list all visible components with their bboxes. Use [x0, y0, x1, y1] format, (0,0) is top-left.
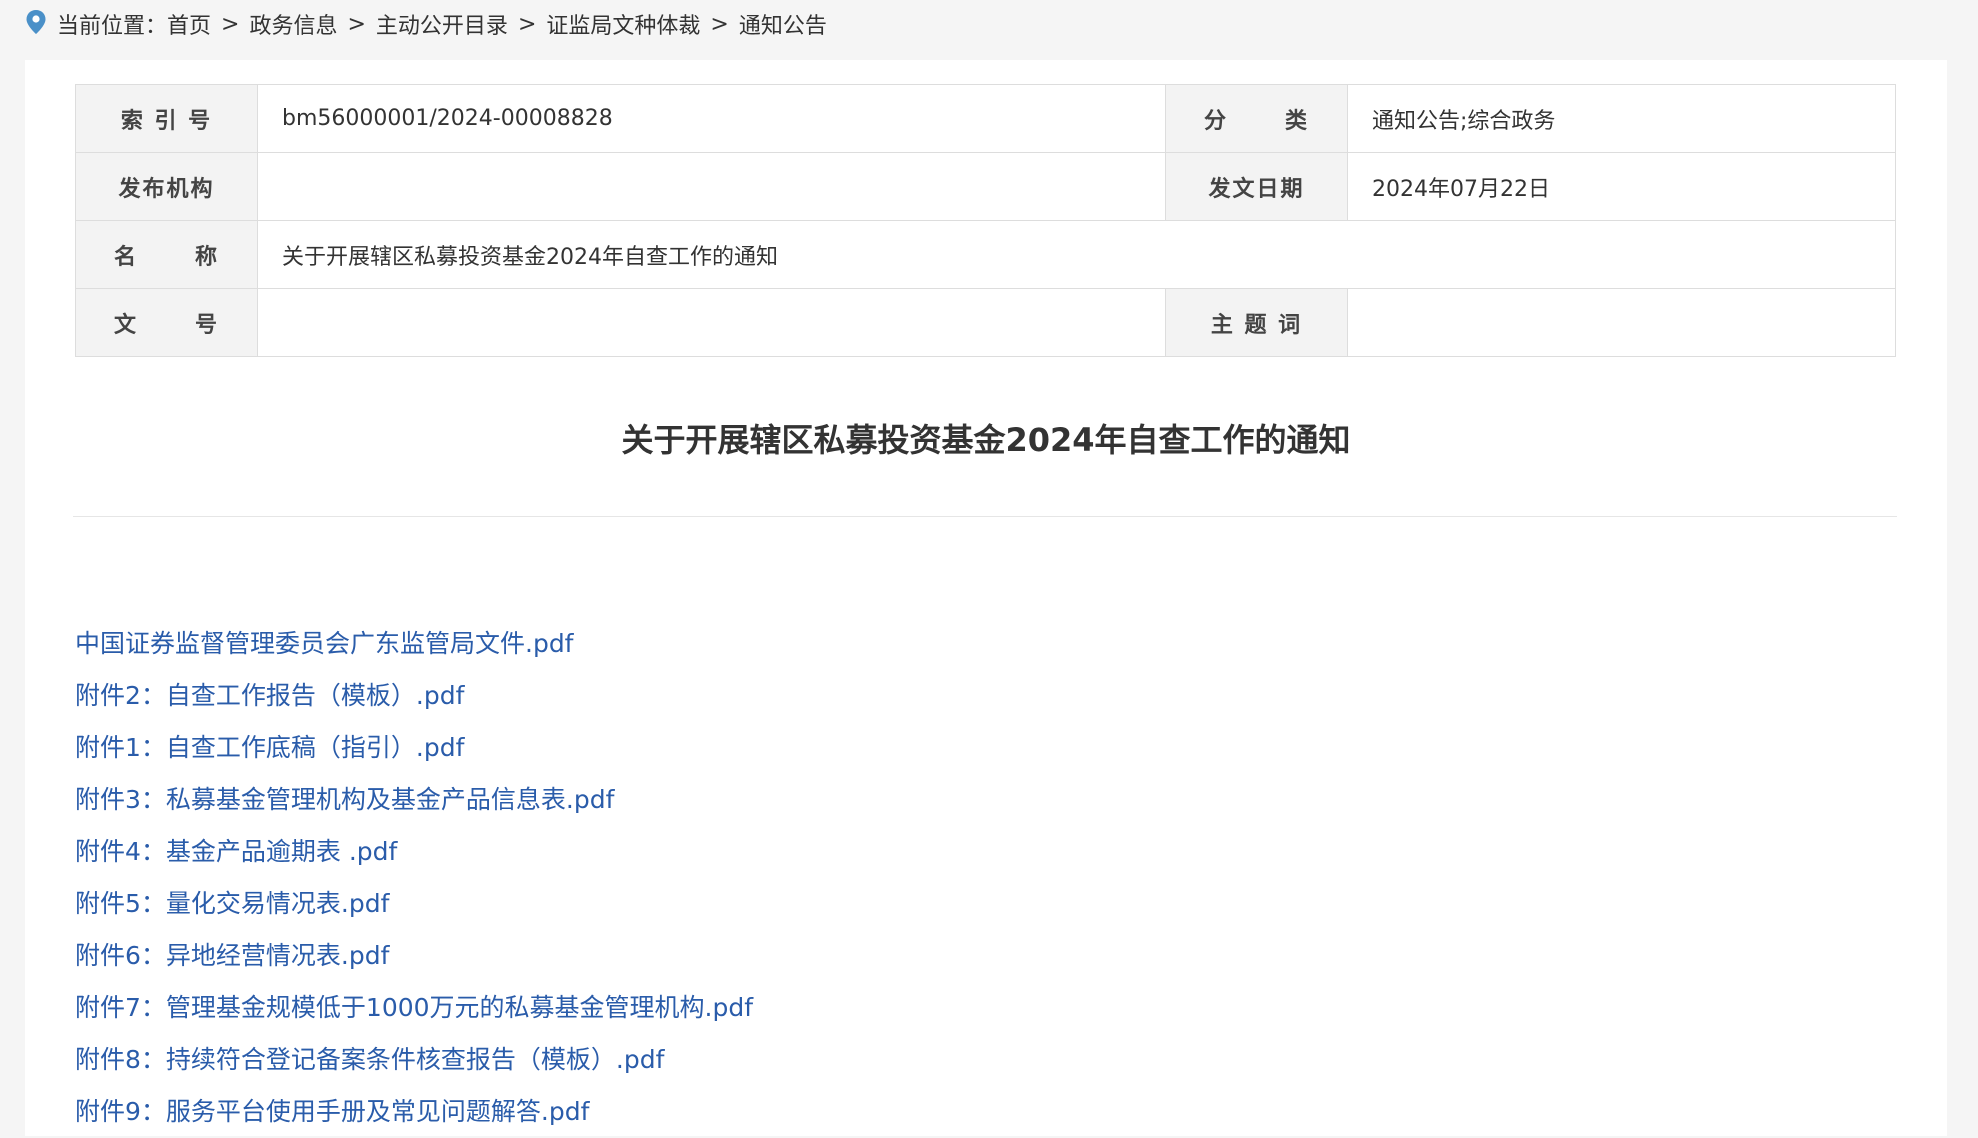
category-label: 分 类	[1165, 84, 1348, 153]
publisher-label: 发布机构	[75, 152, 258, 221]
list-item: 附件5：量化交易情况表.pdf	[75, 878, 753, 930]
metadata-row: 名 称 关于开展辖区私募投资基金2024年自查工作的通知	[75, 220, 1896, 289]
attachment-link-7[interactable]: 附件7：管理基金规模低于1000万元的私募基金管理机构.pdf	[75, 993, 753, 1022]
breadcrumb-separator: >	[347, 11, 366, 37]
content-panel: 索 引 号 bm56000001/2024-00008828 分 类 通知公告;…	[25, 60, 1947, 1136]
attachment-link-9[interactable]: 附件9：服务平台使用手册及常见问题解答.pdf	[75, 1097, 589, 1126]
issue-date-value: 2024年07月22日	[1347, 152, 1896, 221]
attachment-link-5[interactable]: 附件5：量化交易情况表.pdf	[75, 889, 389, 918]
keywords-label: 主 题 词	[1165, 288, 1348, 357]
attachment-link-main-document[interactable]: 中国证券监督管理委员会广东监管局文件.pdf	[75, 629, 574, 658]
doc-number-label-char-1: 文	[114, 312, 139, 338]
breadcrumb-separator: >	[710, 11, 729, 37]
metadata-row: 文 号 主 题 词	[75, 288, 1896, 357]
name-label: 名 称	[75, 220, 258, 289]
category-value: 通知公告;综合政务	[1347, 84, 1896, 153]
breadcrumb-notices[interactable]: 通知公告	[739, 8, 827, 40]
index-number-label: 索 引 号	[75, 84, 258, 153]
title-divider	[73, 516, 1897, 517]
metadata-table: 索 引 号 bm56000001/2024-00008828 分 类 通知公告;…	[75, 84, 1896, 357]
list-item: 中国证券监督管理委员会广东监管局文件.pdf	[75, 618, 753, 670]
attachment-link-4[interactable]: 附件4：基金产品逾期表 .pdf	[75, 837, 397, 866]
breadcrumb-public-catalog[interactable]: 主动公开目录	[376, 8, 508, 40]
attachment-list: 中国证券监督管理委员会广东监管局文件.pdf 附件2：自查工作报告（模板）.pd…	[75, 618, 753, 1138]
attachment-link-1[interactable]: 附件1：自查工作底稿（指引）.pdf	[75, 733, 464, 762]
breadcrumb-doc-genre[interactable]: 证监局文种体裁	[546, 8, 700, 40]
list-item: 附件3：私募基金管理机构及基金产品信息表.pdf	[75, 774, 753, 826]
breadcrumb-prefix: 当前位置：	[57, 14, 168, 39]
issue-date-label: 发文日期	[1165, 152, 1348, 221]
list-item: 附件4：基金产品逾期表 .pdf	[75, 826, 753, 878]
breadcrumb-home[interactable]: 首页	[167, 8, 211, 40]
breadcrumb-separator: >	[517, 11, 537, 37]
list-item: 附件9：服务平台使用手册及常见问题解答.pdf	[75, 1086, 753, 1138]
attachment-link-6[interactable]: 附件6：异地经营情况表.pdf	[75, 941, 389, 970]
category-label-char-1: 分	[1204, 108, 1229, 134]
keywords-value	[1347, 288, 1896, 357]
document-title: 关于开展辖区私募投资基金2024年自查工作的通知	[621, 421, 1351, 459]
category-label-char-2: 类	[1284, 108, 1309, 134]
doc-number-label: 文 号	[75, 288, 258, 357]
list-item: 附件2：自查工作报告（模板）.pdf	[75, 670, 753, 722]
location-pin-icon	[25, 9, 47, 35]
breadcrumb: 当前位置： 首页 > 政务信息 > 主动公开目录 > 证监局文种体裁 > 通知公…	[0, 0, 1978, 48]
breadcrumb-gov-info[interactable]: 政务信息	[249, 8, 337, 40]
list-item: 附件7：管理基金规模低于1000万元的私募基金管理机构.pdf	[75, 982, 753, 1034]
list-item: 附件1：自查工作底稿（指引）.pdf	[75, 722, 753, 774]
breadcrumb-separator: >	[221, 11, 240, 37]
name-label-char-1: 名	[114, 244, 139, 270]
list-item: 附件8：持续符合登记备案条件核查报告（模板）.pdf	[75, 1034, 753, 1086]
attachment-link-8[interactable]: 附件8：持续符合登记备案条件核查报告（模板）.pdf	[75, 1045, 664, 1074]
attachment-link-3[interactable]: 附件3：私募基金管理机构及基金产品信息表.pdf	[75, 785, 614, 814]
name-value: 关于开展辖区私募投资基金2024年自查工作的通知	[257, 220, 1896, 289]
attachment-link-2[interactable]: 附件2：自查工作报告（模板）.pdf	[75, 681, 464, 710]
metadata-row: 索 引 号 bm56000001/2024-00008828 分 类 通知公告;…	[75, 84, 1896, 153]
list-item: 附件6：异地经营情况表.pdf	[75, 930, 753, 982]
name-label-char-2: 称	[194, 244, 219, 270]
doc-number-label-char-2: 号	[194, 312, 219, 338]
metadata-row: 发布机构 发文日期 2024年07月22日	[75, 152, 1896, 221]
index-number-value: bm56000001/2024-00008828	[257, 84, 1166, 153]
doc-number-value	[257, 288, 1166, 357]
publisher-value	[257, 152, 1166, 221]
